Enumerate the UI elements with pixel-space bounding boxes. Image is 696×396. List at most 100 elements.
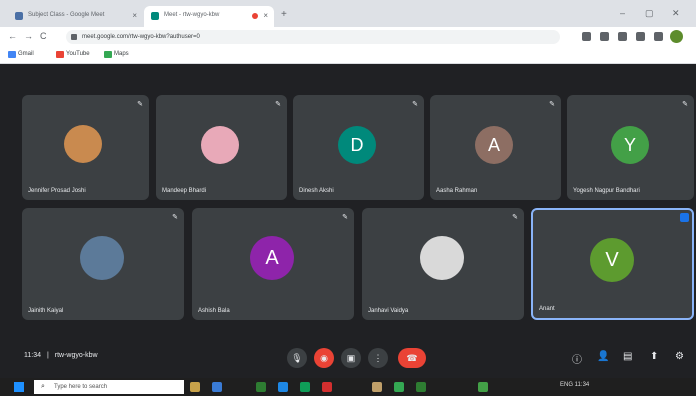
- taskbar-app-icon[interactable]: [322, 382, 332, 392]
- reload-button[interactable]: C: [40, 31, 47, 41]
- mic-muted-icon: ✎: [549, 101, 555, 108]
- chat-icon[interactable]: ▤: [623, 351, 632, 362]
- tab-favicon: [15, 12, 23, 20]
- mic-muted-icon: ✎: [172, 214, 178, 221]
- screen: Subject Class - Google Meet × Meet - rtw…: [0, 0, 696, 396]
- taskbar-app-icon[interactable]: [256, 382, 266, 392]
- participant-name: Janhavi Vaidya: [368, 308, 409, 314]
- bookmark-label: Gmail: [18, 51, 34, 57]
- camera-indicator-icon[interactable]: [582, 32, 591, 41]
- participant-name: Yogesh Nagpur Bandhari: [573, 188, 640, 194]
- participant-tile[interactable]: ✎ A Aasha Rahman: [430, 95, 561, 200]
- taskbar-app-icon[interactable]: [478, 382, 488, 392]
- forward-button[interactable]: →: [24, 31, 33, 41]
- youtube-icon: [56, 51, 64, 58]
- close-window-button[interactable]: ✕: [672, 8, 680, 19]
- participant-tile[interactable]: ✎ D Dinesh Akshi: [293, 95, 424, 200]
- maximize-button[interactable]: ▢: [645, 8, 654, 19]
- taskbar-app-icon[interactable]: [372, 382, 382, 392]
- new-tab-button[interactable]: +: [281, 9, 287, 20]
- close-tab-icon[interactable]: ×: [132, 11, 137, 20]
- participant-tile[interactable]: ✎ Jennifer Prosad Joshi: [22, 95, 149, 200]
- participant-avatar: A: [475, 126, 513, 164]
- bookmark-label: Maps: [114, 51, 129, 57]
- more-options-button[interactable]: ⋮: [368, 348, 388, 368]
- camera-button[interactable]: ◉: [314, 348, 334, 368]
- taskbar-app-icon[interactable]: [300, 382, 310, 392]
- taskbar-app-icon[interactable]: [212, 382, 222, 392]
- gmail-icon: [8, 51, 16, 58]
- extension-icon[interactable]: [636, 32, 645, 41]
- mic-muted-icon: ✎: [275, 101, 281, 108]
- participant-name: Jainith Kaiyal: [28, 308, 64, 314]
- activities-icon[interactable]: ⬆: [650, 351, 658, 362]
- profile-avatar[interactable]: [670, 30, 683, 43]
- mic-muted-icon: ✎: [342, 214, 348, 221]
- tab-title: Subject Class - Google Meet: [28, 12, 105, 18]
- taskbar-app-icon[interactable]: [190, 382, 200, 392]
- browser-tab-bar: Subject Class - Google Meet × Meet - rtw…: [0, 0, 696, 27]
- participant-avatar: A: [250, 236, 294, 280]
- participant-name: Dinesh Akshi: [299, 188, 334, 194]
- participant-photo: [201, 126, 239, 164]
- system-tray: ENG 11:34: [560, 382, 590, 388]
- search-placeholder: Type here to search: [54, 384, 108, 390]
- meet-control-bar: 11:34 | rtw-wgyo-kbw 🎙 ◉ ▣ ⋮ ☎ ⓘ 👤 ▤ ⬆ ⚙: [0, 338, 696, 378]
- participant-tile[interactable]: ✎ Mandeep Bhardi: [156, 95, 287, 200]
- participant-avatar: Y: [611, 126, 649, 164]
- settings-icon[interactable]: ⚙: [675, 351, 684, 362]
- search-icon: ⌕: [41, 383, 45, 390]
- maps-icon: [104, 51, 112, 58]
- windows-start-icon[interactable]: [14, 382, 24, 392]
- minimize-button[interactable]: –: [620, 8, 625, 18]
- taskbar-app-icon[interactable]: [278, 382, 288, 392]
- participant-tile[interactable]: ✎ Y Yogesh Nagpur Bandhari: [567, 95, 694, 200]
- bookmark-maps[interactable]: Maps: [104, 51, 129, 58]
- url-text: meet.google.com/rtw-wgyo-kbw?authuser=0: [82, 34, 200, 40]
- hang-up-button[interactable]: ☎: [398, 348, 426, 368]
- back-button[interactable]: ←: [8, 31, 17, 41]
- participant-photo: [64, 125, 102, 163]
- meeting-code: rtw-wgyo-kbw: [54, 352, 98, 359]
- share-icon[interactable]: [600, 32, 609, 41]
- meet-favicon: [151, 12, 159, 20]
- recording-dot-icon: [252, 13, 258, 19]
- participant-tile[interactable]: ✎ A Ashish Bala: [192, 208, 354, 320]
- meeting-info: 11:34 | rtw-wgyo-kbw: [24, 352, 98, 359]
- bookmark-label: YouTube: [66, 51, 90, 57]
- mic-muted-icon: ✎: [137, 101, 143, 108]
- puzzle-icon[interactable]: [654, 32, 663, 41]
- participant-name: Jennifer Prosad Joshi: [28, 188, 86, 194]
- participant-photo: [80, 236, 124, 280]
- lock-icon: [71, 34, 77, 40]
- captions-button[interactable]: ▣: [341, 348, 361, 368]
- taskbar-search[interactable]: ⌕ Type here to search: [34, 380, 184, 394]
- taskbar-app-icon[interactable]: [416, 382, 426, 392]
- participant-avatar: V: [590, 238, 634, 282]
- participant-name: Mandeep Bhardi: [162, 188, 207, 194]
- participant-tile[interactable]: ✎ Janhavi Vaidya: [362, 208, 524, 320]
- star-icon[interactable]: [618, 32, 627, 41]
- people-icon[interactable]: 👤: [597, 351, 609, 362]
- bookmark-youtube[interactable]: YouTube: [56, 51, 90, 58]
- mic-muted-icon: ✎: [412, 101, 418, 108]
- chrome-taskbar-icon[interactable]: [394, 382, 404, 392]
- browser-tab-1[interactable]: Subject Class - Google Meet ×: [8, 6, 143, 27]
- speaking-indicator-icon: [680, 213, 689, 222]
- separator: |: [46, 352, 49, 359]
- bookmarks-bar: Gmail YouTube Maps: [0, 47, 696, 64]
- participant-tile-active[interactable]: V Anant: [531, 208, 694, 320]
- info-icon[interactable]: ⓘ: [572, 351, 582, 366]
- participant-tile[interactable]: ✎ Jainith Kaiyal: [22, 208, 184, 320]
- participant-name: Aasha Rahman: [436, 188, 478, 194]
- participant-photo: [420, 236, 464, 280]
- participant-name: Ashish Bala: [198, 308, 230, 314]
- bookmark-gmail[interactable]: Gmail: [8, 51, 34, 58]
- windows-taskbar: ⌕ Type here to search ENG 11:34: [0, 378, 696, 396]
- mic-button[interactable]: 🎙: [287, 348, 307, 368]
- close-tab-icon[interactable]: ×: [263, 11, 268, 20]
- participant-name: Anant: [539, 306, 555, 312]
- url-field[interactable]: meet.google.com/rtw-wgyo-kbw?authuser=0: [66, 30, 560, 44]
- meeting-time: 11:34: [24, 352, 41, 359]
- mic-muted-icon: ✎: [682, 101, 688, 108]
